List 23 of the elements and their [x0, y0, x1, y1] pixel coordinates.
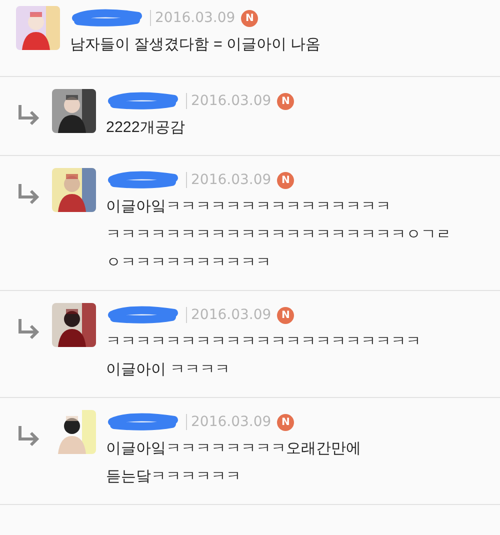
- comment-text: 이글아이 ㅋㅋㅋㅋ: [106, 360, 232, 380]
- comment-text: ㅋㅋㅋㅋㅋㅋㅋㅋㅋㅋㅋㅋㅋㅋㅋㅋㅋㅋㅋㅋㅋ: [106, 332, 421, 352]
- comment-text: 이글아잌ㅋㅋㅋㅋㅋㅋㅋㅋㅋㅋㅋㅋㅋㅋㅋ: [106, 197, 392, 217]
- comment-date: 2016.03.09: [150, 10, 236, 26]
- comment-date: 2016.03.09: [186, 93, 272, 109]
- reply-arrow-icon: [16, 103, 42, 127]
- new-badge: N: [277, 172, 294, 188]
- reply-arrow-icon: [16, 182, 42, 206]
- comment-text: 남자들이 잘생겼다함 = 이글아이 나옴: [70, 35, 321, 55]
- new-badge: N: [277, 306, 294, 324]
- new-badge: N: [241, 10, 258, 26]
- reply-arrow-icon: [16, 424, 42, 448]
- comment-text: 듣는닼ㅋㅋㅋㅋㅋㅋ: [106, 467, 242, 487]
- comment-text: ㅋㅋㅋㅋㅋㅋㅋㅋㅋㅋㅋㅋㅋㅋㅋㅋㅋㅋㅋㅋㅇㄱㄹ: [106, 225, 451, 245]
- reply-arrow-icon: [16, 317, 42, 341]
- comment-text: 이글아잌ㅋㅋㅋㅋㅋㅋㅋㅋ오래간만에: [106, 439, 361, 459]
- comment-date: 2016.03.09: [186, 307, 272, 323]
- comment-text: 2222개공감: [106, 118, 186, 138]
- new-badge: N: [277, 92, 294, 110]
- comment-text: ㅇㅋㅋㅋㅋㅋㅋㅋㅋㅋㅋ: [106, 253, 272, 273]
- new-badge: N: [277, 414, 294, 430]
- comment-date: 2016.03.09: [186, 414, 272, 430]
- comment-date: 2016.03.09: [186, 172, 272, 188]
